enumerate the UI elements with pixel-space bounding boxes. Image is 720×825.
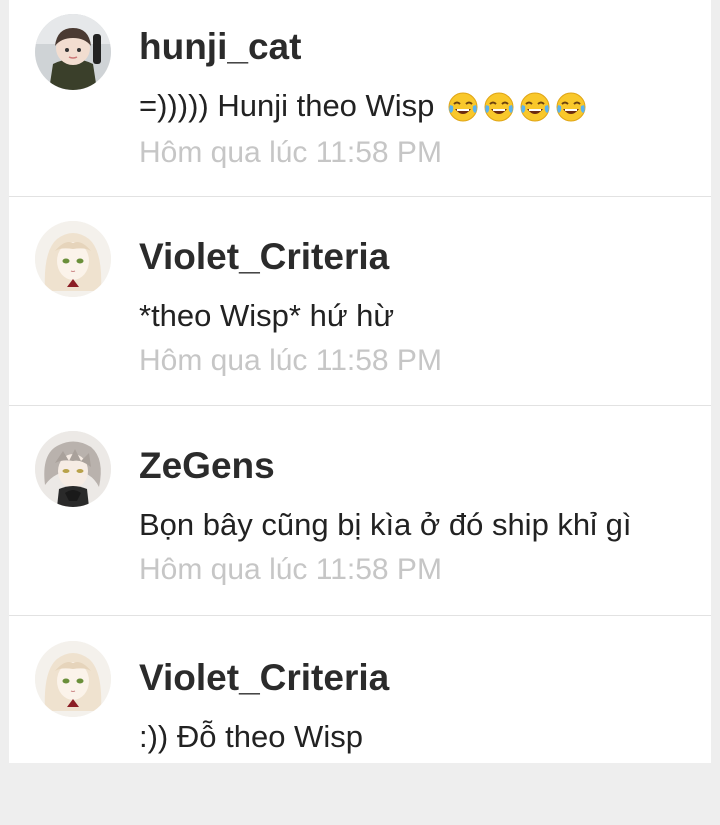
- username[interactable]: Violet_Criteria: [139, 657, 389, 699]
- comment-item[interactable]: ZeGens Bọn bây cũng bị kìa ở đó ship khỉ…: [9, 407, 711, 616]
- comment-item[interactable]: hunji_cat =))))) Hunji theo Wisp Hôm qua…: [9, 0, 711, 197]
- username[interactable]: hunji_cat: [139, 26, 301, 68]
- comment-list: hunji_cat =))))) Hunji theo Wisp Hôm qua…: [9, 0, 711, 763]
- username[interactable]: Violet_Criteria: [139, 236, 389, 278]
- comment-text-body: =))))) Hunji theo Wisp: [139, 88, 435, 123]
- timestamp: Hôm qua lúc 11:58 PM: [139, 344, 442, 377]
- face-with-tears-of-joy-icon: [447, 91, 479, 123]
- comment-item[interactable]: Violet_Criteria *theo Wisp* hứ hừ Hôm qu…: [9, 197, 711, 406]
- face-with-tears-of-joy-icon: [555, 91, 587, 123]
- username[interactable]: ZeGens: [139, 445, 275, 487]
- comment-text: *theo Wisp* hứ hừ: [139, 298, 395, 333]
- avatar[interactable]: [35, 641, 111, 717]
- face-with-tears-of-joy-icon: [519, 91, 551, 123]
- timestamp: Hôm qua lúc 11:58 PM: [139, 553, 442, 586]
- avatar[interactable]: [35, 431, 111, 507]
- anime-girl-avatar-icon: [35, 221, 111, 297]
- comment-text: =))))) Hunji theo Wisp: [139, 88, 591, 131]
- comment-text: Bọn bây cũng bị kìa ở đó ship khỉ gì: [139, 507, 632, 542]
- anime-girl-avatar-icon: [35, 641, 111, 717]
- timestamp: Hôm qua lúc 11:58 PM: [139, 136, 442, 169]
- chibi-doll-avatar-icon: [35, 14, 111, 90]
- anime-boy-avatar-icon: [35, 431, 111, 507]
- avatar[interactable]: [35, 221, 111, 297]
- comment-item[interactable]: Violet_Criteria :)) Đỗ theo Wisp: [9, 617, 711, 825]
- comment-text: :)) Đỗ theo Wisp: [139, 719, 363, 754]
- avatar[interactable]: [35, 14, 111, 90]
- face-with-tears-of-joy-icon: [483, 91, 515, 123]
- emoji-row: [447, 91, 591, 131]
